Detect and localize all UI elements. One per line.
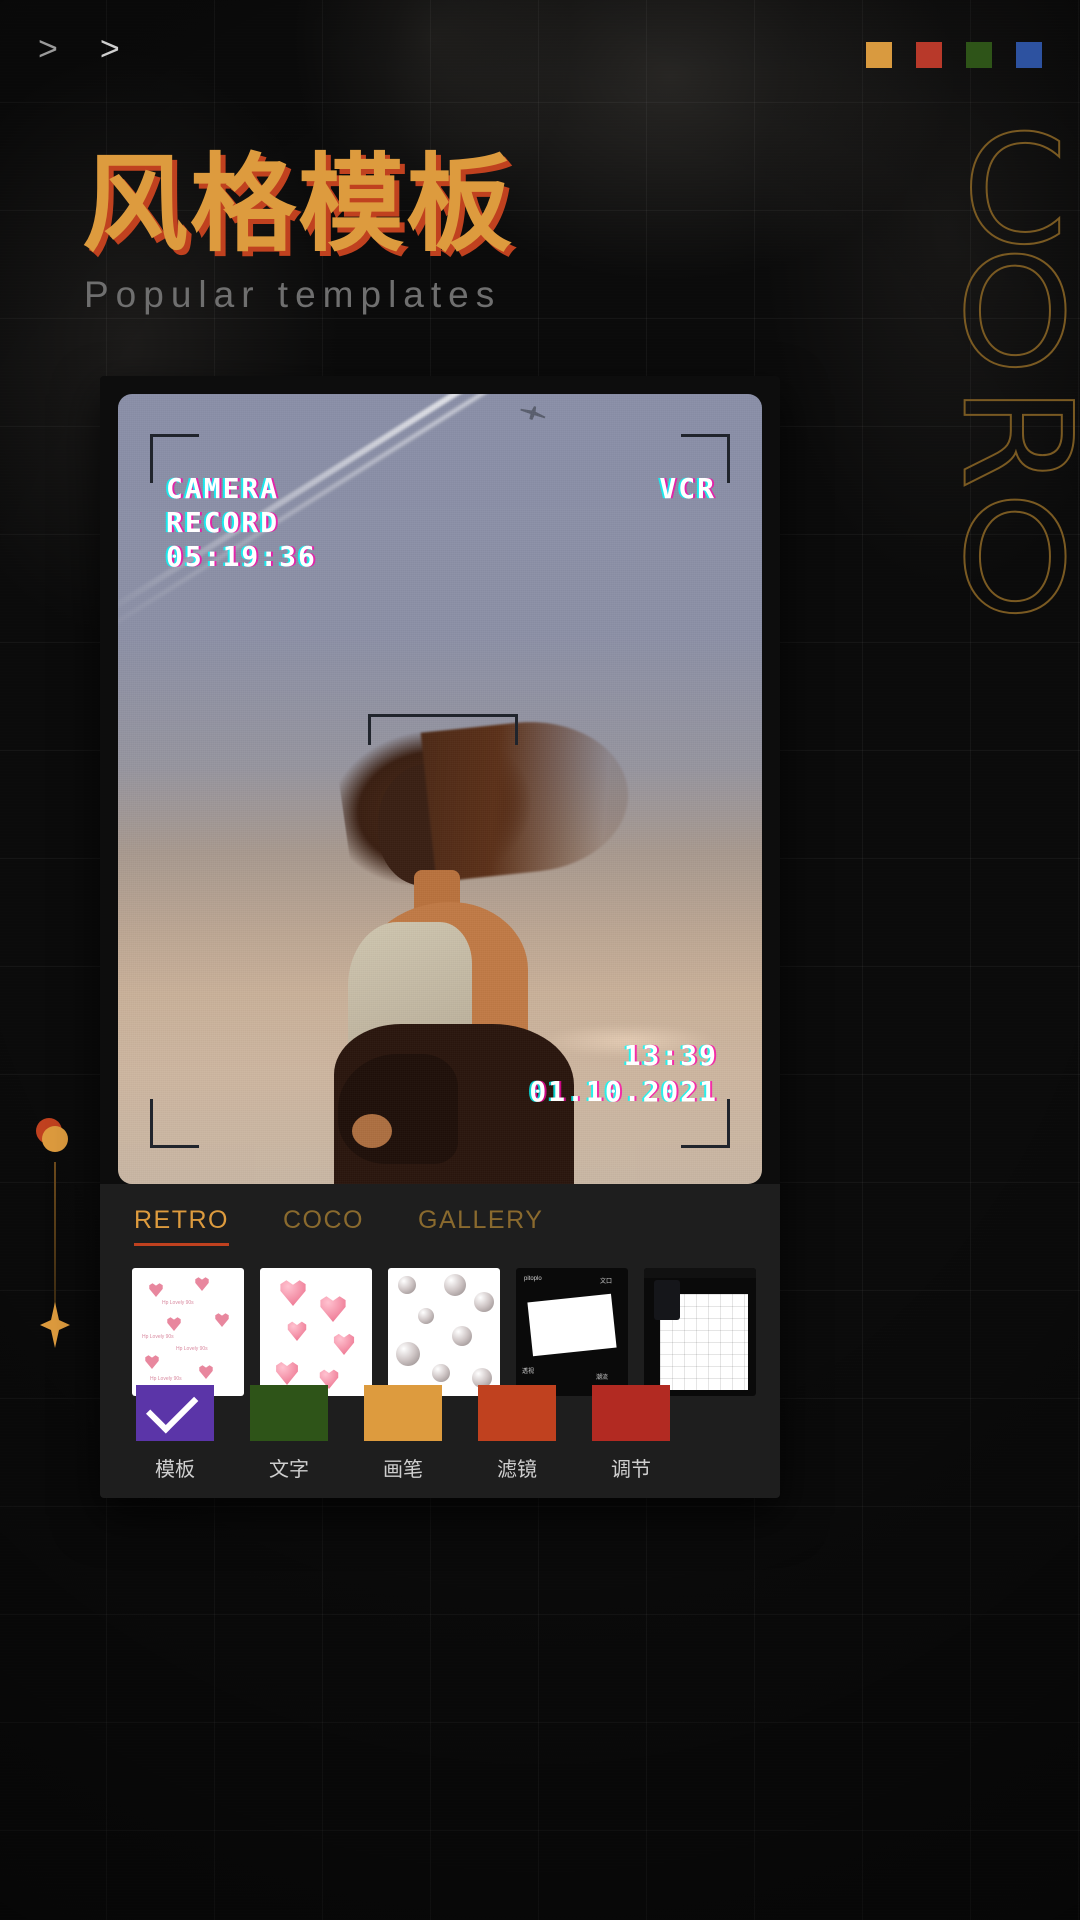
decor-letter-r: R	[927, 384, 1080, 490]
sparkle-icon	[40, 1302, 70, 1348]
decor-letter-o: O	[955, 227, 1075, 401]
template-thumbnail-list: Hp Lovely 90s Hp Lovely 90s Hp Lovely 90…	[132, 1268, 756, 1396]
tool-filter-label: 滤镜	[497, 1457, 537, 1481]
swatch-amber[interactable]	[866, 42, 892, 68]
overlay-camera-label: CAMERA	[166, 472, 280, 505]
overlay-date: 01.10.2021	[529, 1075, 718, 1109]
tool-adjust-swatch[interactable]	[592, 1385, 670, 1441]
breadcrumb: > >	[38, 32, 120, 66]
viewfinder-bracket-bottom-left	[150, 1099, 199, 1148]
tab-retro[interactable]: RETRO	[134, 1206, 229, 1246]
tool-template-swatch[interactable]	[136, 1381, 214, 1441]
tool-template-label: 模板	[155, 1457, 195, 1481]
swatch-green[interactable]	[966, 42, 992, 68]
template-tab-bar: RETRO COCO GALLERY	[134, 1206, 543, 1246]
page-title: 风格模板	[82, 143, 514, 266]
editor-toolbar: 模板 文字 画笔 滤镜 调节	[130, 1381, 676, 1482]
tab-coco[interactable]: COCO	[283, 1206, 364, 1246]
tool-text[interactable]: 文字	[244, 1385, 334, 1482]
template-preview-card[interactable]: CAMERA RECORD 05:19:36 VCR 13:39 01.10.2…	[100, 376, 780, 1498]
decor-letter-o2: O	[955, 473, 1075, 647]
viewfinder-bracket-center	[368, 714, 518, 745]
decorative-vertical-word: C O R O	[927, 115, 1080, 647]
thumbnail-hearts-small[interactable]: Hp Lovely 90s Hp Lovely 90s Hp Lovely 90…	[132, 1268, 244, 1396]
overlay-clock: 13:39	[623, 1039, 718, 1073]
overlay-timecode: 05:19:36	[166, 540, 317, 574]
tool-adjust[interactable]: 调节	[586, 1385, 676, 1482]
overlay-vcr-label: VCR	[659, 472, 716, 505]
rail-divider	[54, 1162, 56, 1312]
chevron-right-icon[interactable]: >	[38, 32, 58, 66]
tab-gallery[interactable]: GALLERY	[418, 1206, 543, 1246]
page-subtitle: Popular templates	[84, 274, 502, 315]
thumbnail-hearts-big[interactable]	[260, 1268, 372, 1396]
overlay-record-label: RECORD	[166, 506, 280, 540]
color-swatch-row	[866, 42, 1042, 68]
swatch-blue[interactable]	[1016, 42, 1042, 68]
tool-brush-label: 画笔	[383, 1457, 423, 1481]
thumbnail-grid-phone[interactable]	[644, 1268, 756, 1396]
preview-photo[interactable]: CAMERA RECORD 05:19:36 VCR 13:39 01.10.2…	[118, 394, 762, 1184]
editor-panel: RETRO COCO GALLERY Hp Lovely 90s Hp Love…	[100, 1184, 780, 1498]
chevron-right-icon[interactable]: >	[100, 32, 120, 66]
check-icon	[146, 1381, 199, 1434]
overlay-datetime: 13:39 01.10.2021	[529, 1038, 718, 1110]
thumbnail-dark-frame[interactable]: pitoplo 文口 透视 潮流	[516, 1268, 628, 1396]
tool-text-swatch[interactable]	[250, 1385, 328, 1441]
tool-text-label: 文字	[269, 1457, 309, 1481]
tool-brush[interactable]: 画笔	[358, 1385, 448, 1482]
tool-filter-swatch[interactable]	[478, 1385, 556, 1441]
tool-filter[interactable]: 滤镜	[472, 1385, 562, 1482]
tool-adjust-label: 调节	[611, 1457, 651, 1481]
thumbnail-pearls[interactable]	[388, 1268, 500, 1396]
swatch-red[interactable]	[916, 42, 942, 68]
tool-template[interactable]: 模板	[130, 1381, 220, 1482]
dot-amber-icon	[42, 1126, 68, 1152]
overlay-camera-status: CAMERA RECORD 05:19:36	[166, 472, 317, 574]
tool-brush-swatch[interactable]	[364, 1385, 442, 1441]
